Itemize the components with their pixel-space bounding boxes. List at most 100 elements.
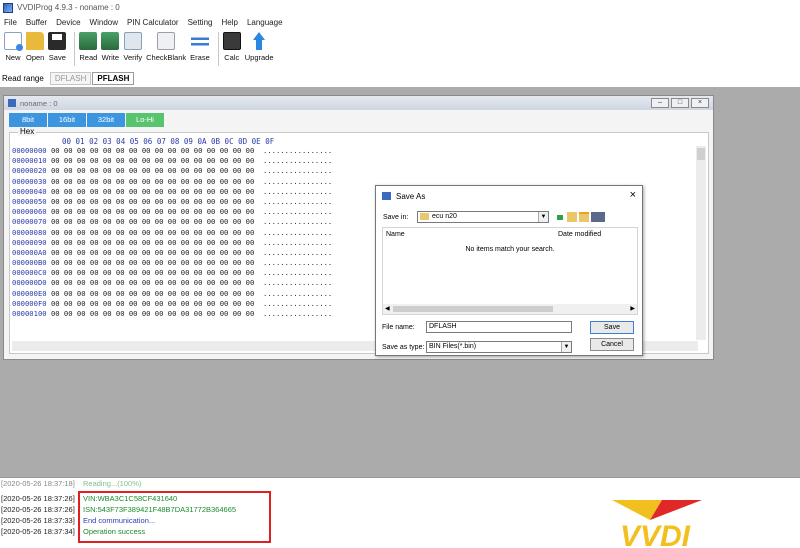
tab-dflash[interactable]: DFLASH [49, 71, 92, 85]
tab-8bit[interactable]: 8bit [9, 113, 47, 127]
hex-bytes: 00 00 00 00 00 00 00 00 00 00 00 00 00 0… [50, 227, 255, 237]
toolbar-separator [217, 32, 219, 66]
hex-bytes: 00 00 00 00 00 00 00 00 00 00 00 00 00 0… [50, 156, 255, 166]
scroll-right-icon[interactable]: ▶ [630, 305, 635, 312]
hex-bytes: 00 00 00 00 00 00 00 00 00 00 00 00 00 0… [50, 146, 255, 155]
save-in-combo[interactable]: ecu n20 ▼ [417, 211, 549, 223]
hex-bytes: 00 00 00 00 00 00 00 00 00 00 00 00 00 0… [50, 176, 255, 186]
empty-message: No items match your search. [465, 246, 555, 253]
dialog-save-button[interactable]: Save [590, 321, 634, 334]
maximize-button[interactable]: □ [671, 98, 689, 108]
new-folder-icon[interactable] [579, 212, 589, 222]
dialog-titlebar[interactable]: Save As [376, 186, 642, 206]
hex-row: 000000D0 00 00 00 00 00 00 00 00 00 00 0… [12, 278, 332, 288]
save-type-row: Save as type: BIN Files(*.bin) ▼ [382, 341, 572, 353]
hex-row: 000000B0 00 00 00 00 00 00 00 00 00 00 0… [12, 258, 332, 268]
close-button[interactable]: × [691, 98, 709, 108]
hex-window-titlebar[interactable]: noname : 0 [4, 96, 713, 110]
view-menu-icon[interactable] [591, 212, 605, 222]
file-name-row: File name: DFLASH [382, 321, 572, 333]
close-icon[interactable]: × [630, 189, 636, 201]
hex-row: 00000090 00 00 00 00 00 00 00 00 00 00 0… [12, 238, 332, 248]
hex-ascii: ................ [263, 278, 333, 288]
hex-row: 00000070 00 00 00 00 00 00 00 00 00 00 0… [12, 217, 332, 227]
dialog-cancel-button[interactable]: Cancel [590, 338, 634, 351]
hex-group-label: Hex [18, 127, 37, 136]
hex-row: 00000080 00 00 00 00 00 00 00 00 00 00 0… [12, 228, 332, 238]
menu-buffer[interactable]: Buffer [26, 18, 47, 27]
scroll-thumb[interactable] [393, 306, 553, 312]
mdi-workspace: noname : 0 – □ × 8bit 16bit 32bit Lo-Hi … [0, 87, 800, 477]
menu-file[interactable]: File [4, 18, 17, 27]
dialog-nav-icons [555, 212, 607, 222]
verify-button[interactable]: Verify [123, 32, 142, 62]
tab-lo-hi[interactable]: Lo-Hi [126, 113, 164, 127]
hex-row: 00000100 00 00 00 00 00 00 00 00 00 00 0… [12, 309, 332, 319]
hex-bytes: 00 00 00 00 00 00 00 00 00 00 00 00 00 0… [50, 186, 255, 196]
back-arrow-icon[interactable] [555, 215, 565, 220]
hex-rows: 00000000 00 00 00 00 00 00 00 00 00 00 0… [12, 146, 332, 319]
app-icon [3, 2, 13, 13]
file-name-input[interactable]: DFLASH [426, 321, 572, 333]
logo-text: VVDI [620, 520, 691, 548]
hex-window-title: noname : 0 [20, 98, 58, 108]
read-range-label: Read range [2, 73, 44, 83]
menu-pin-calculator[interactable]: PIN Calculator [127, 18, 179, 27]
dialog-title: Save As [396, 191, 426, 201]
save-type-combo[interactable]: BIN Files(*.bin) ▼ [426, 341, 572, 353]
hex-bytes: 00 00 00 00 00 00 00 00 00 00 00 00 00 0… [50, 207, 255, 217]
file-list[interactable]: Name Date modified No items match your s… [382, 227, 638, 315]
hex-address: 00000000 [12, 146, 47, 155]
check-blank-button[interactable]: CheckBlank [146, 32, 186, 62]
save-button[interactable]: Save [48, 32, 67, 62]
save-as-dialog: Save As × Save in: ecu n20 ▼ Name Date m… [375, 185, 643, 356]
write-button[interactable]: Write [101, 32, 120, 62]
column-name[interactable]: Name [386, 231, 558, 238]
erase-button[interactable]: Erase [190, 32, 210, 62]
calc-button[interactable]: Calc [222, 32, 241, 62]
menu-bar: File Buffer Device Window PIN Calculator… [0, 15, 800, 29]
open-button[interactable]: Open [26, 32, 44, 62]
file-list-scrollbar[interactable]: ◀ ▶ [383, 304, 637, 314]
hex-address: 00000080 [12, 227, 47, 237]
hex-address: 00000070 [12, 217, 47, 227]
up-folder-icon[interactable] [567, 212, 577, 222]
tab-32bit[interactable]: 32bit [87, 113, 125, 127]
folder-icon [420, 212, 429, 220]
hex-row: 000000A0 00 00 00 00 00 00 00 00 00 00 0… [12, 248, 332, 258]
vertical-scrollbar[interactable] [696, 146, 706, 340]
scroll-left-icon[interactable]: ◀ [385, 305, 390, 312]
new-button[interactable]: New [4, 32, 23, 62]
tab-pflash[interactable]: PFLASH [92, 71, 135, 85]
window-controls: – □ × [649, 98, 709, 108]
menu-help[interactable]: Help [221, 18, 237, 27]
hex-row: 000000F0 00 00 00 00 00 00 00 00 00 00 0… [12, 299, 332, 309]
menu-window[interactable]: Window [90, 18, 118, 27]
read-range-bar: Read range DFLASH PFLASH [0, 69, 800, 87]
read-button[interactable]: Read [79, 32, 98, 62]
hex-address: 00000020 [12, 166, 47, 176]
hex-ascii: ................ [263, 258, 333, 268]
hex-row: 00000040 00 00 00 00 00 00 00 00 00 00 0… [12, 187, 332, 197]
column-date-modified[interactable]: Date modified [558, 231, 601, 238]
hex-address: 000000B0 [12, 258, 47, 268]
minimize-button[interactable]: – [651, 98, 669, 108]
hex-ascii: ................ [263, 207, 333, 217]
upgrade-button[interactable]: Upgrade [245, 32, 274, 62]
menu-device[interactable]: Device [56, 18, 80, 27]
hex-bytes: 00 00 00 00 00 00 00 00 00 00 00 00 00 0… [50, 166, 255, 176]
hex-address: 00000010 [12, 156, 47, 166]
hex-bytes: 00 00 00 00 00 00 00 00 00 00 00 00 00 0… [50, 217, 255, 227]
hex-row: 00000010 00 00 00 00 00 00 00 00 00 00 0… [12, 156, 332, 166]
vvdi-logo: VVDI [612, 500, 702, 548]
hex-bytes: 00 00 00 00 00 00 00 00 00 00 00 00 00 0… [50, 268, 255, 278]
upgrade-arrow-icon [250, 32, 268, 50]
tab-16bit[interactable]: 16bit [48, 113, 86, 127]
new-icon [4, 32, 23, 51]
save-in-label: Save in: [383, 213, 409, 221]
hex-row: 00000030 00 00 00 00 00 00 00 00 00 00 0… [12, 177, 332, 187]
hex-ascii: ................ [263, 237, 333, 247]
scroll-thumb[interactable] [697, 148, 705, 160]
menu-setting[interactable]: Setting [188, 18, 213, 27]
menu-language[interactable]: Language [247, 18, 283, 27]
